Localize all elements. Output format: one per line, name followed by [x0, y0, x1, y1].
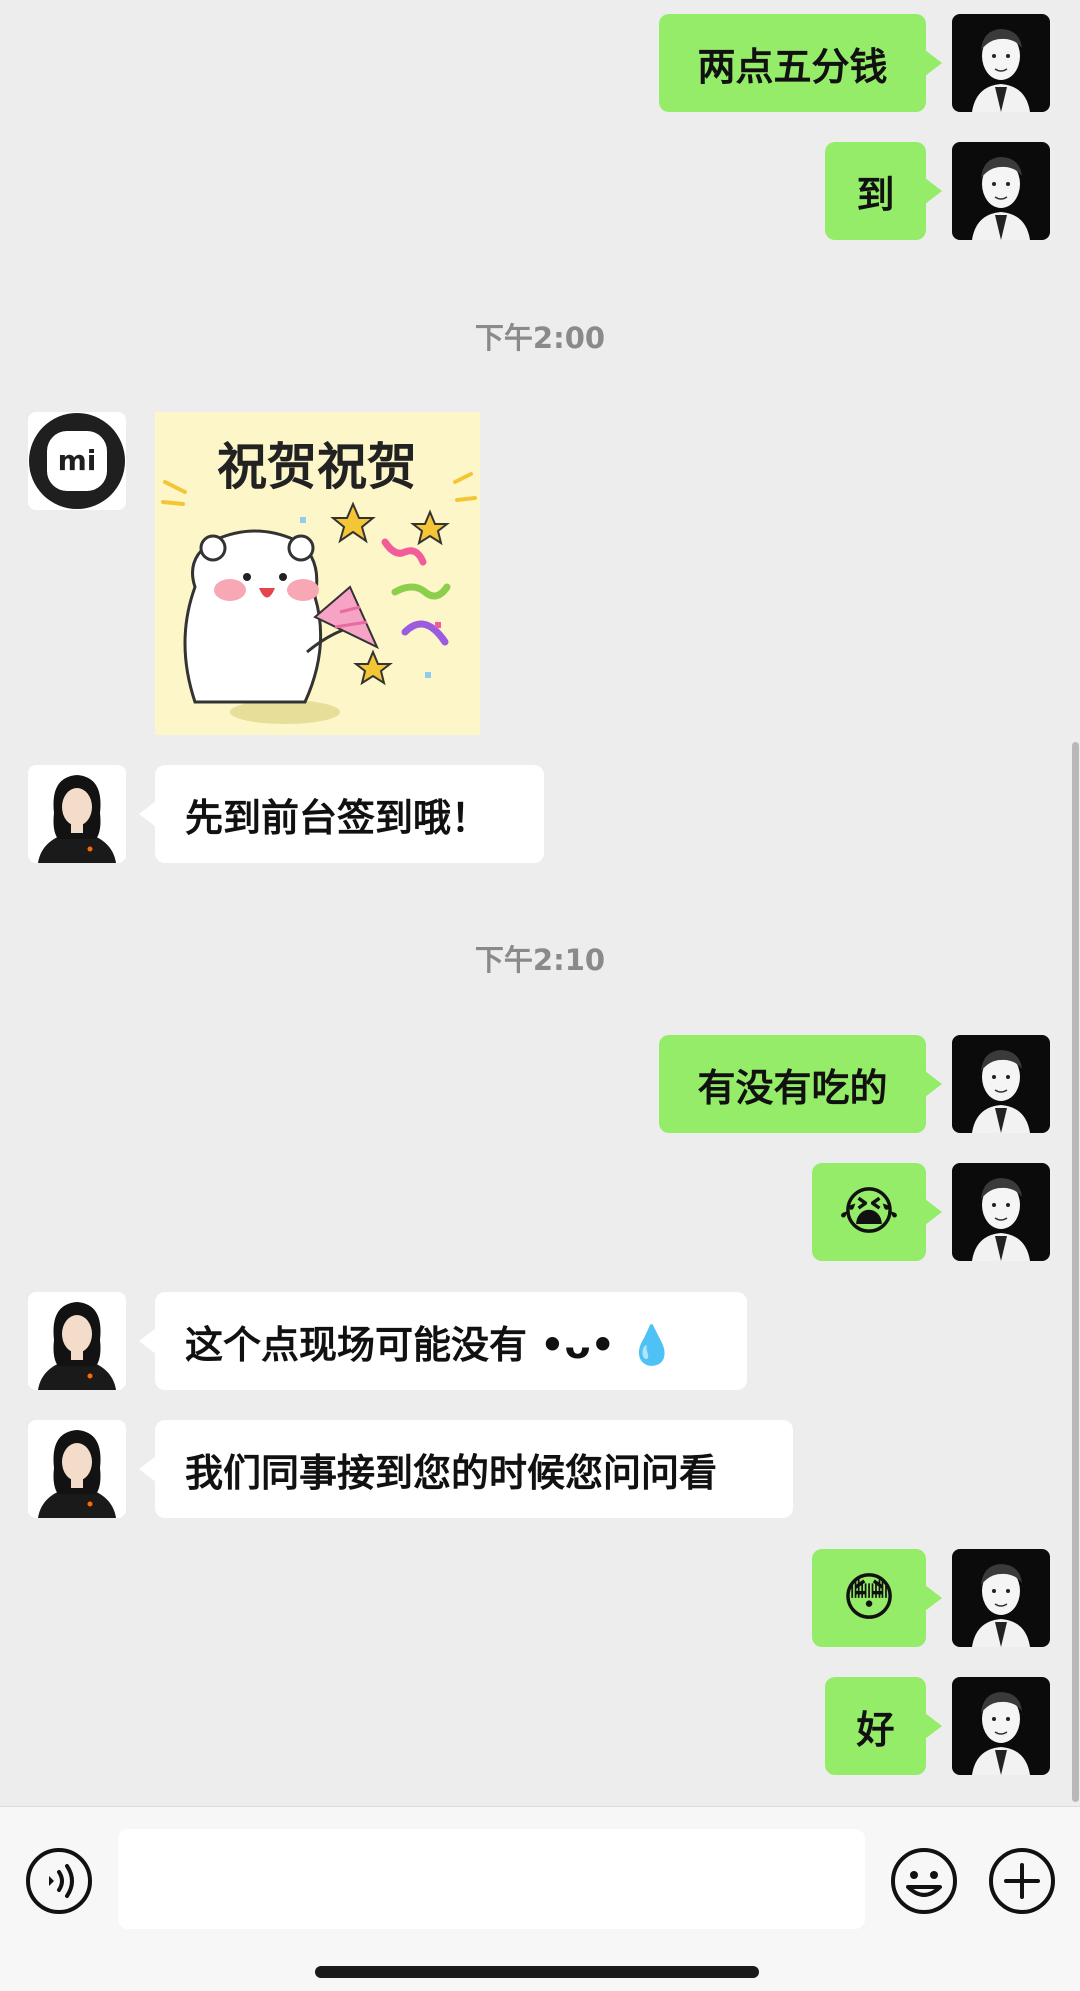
message-text: 这个点现场可能没有 •ᴗ• 💧	[185, 1322, 676, 1367]
congrats-sticker[interactable]: 祝贺祝贺	[155, 412, 480, 735]
timestamp: 下午2:10	[474, 943, 606, 977]
plus-icon[interactable]	[986, 1845, 1058, 1917]
message-text: 好	[856, 1707, 895, 1752]
message-input[interactable]	[118, 1829, 865, 1929]
xiaomi-avatar[interactable]: mi	[28, 412, 126, 510]
message-text: 有没有吃的	[697, 1065, 888, 1110]
user-avatar[interactable]	[952, 14, 1050, 112]
message-bubble-sent[interactable]: 到	[825, 142, 942, 240]
message-bubble-received[interactable]: 先到前台签到哦！	[139, 765, 544, 863]
message-text: 到	[856, 172, 895, 217]
message-text: 先到前台签到哦！	[185, 795, 490, 840]
timestamp: 下午2:00	[474, 321, 606, 355]
user-avatar[interactable]	[952, 1677, 1050, 1775]
sticker-text: 祝贺祝贺	[217, 438, 417, 496]
message-bubble-received[interactable]: 这个点现场可能没有 •ᴗ• 💧	[139, 1292, 747, 1390]
message-text: 两点五分钱	[697, 44, 888, 89]
chat-screen: 两点五分钱 到 下午2:00 mi 祝贺祝贺 先到前台签到哦！ 下午2:10 有…	[0, 0, 1080, 1991]
message-text: 我们同事接到您的时候您问问看	[185, 1450, 718, 1495]
message-bubble-sent[interactable]: 😭	[812, 1163, 942, 1261]
emoji-icon[interactable]	[888, 1845, 960, 1917]
user-avatar[interactable]	[952, 1035, 1050, 1133]
user-avatar[interactable]	[952, 1163, 1050, 1261]
voice-icon[interactable]	[23, 1845, 95, 1917]
staff-avatar[interactable]	[28, 1292, 126, 1390]
user-avatar[interactable]	[952, 142, 1050, 240]
message-bubble-sent[interactable]: 好	[825, 1677, 942, 1775]
xiaomi-logo-text: mi	[58, 444, 97, 477]
staff-avatar[interactable]	[28, 1420, 126, 1518]
home-indicator[interactable]	[315, 1966, 759, 1978]
message-bubble-sent[interactable]: 😳	[812, 1549, 942, 1647]
input-toolbar	[0, 1806, 1080, 1991]
crying-emoji-icon: 😭	[838, 1182, 900, 1242]
staff-avatar[interactable]	[28, 765, 126, 863]
message-bubble-received[interactable]: 我们同事接到您的时候您问问看	[139, 1420, 793, 1518]
chat-scrollbar[interactable]	[1072, 742, 1079, 1802]
message-bubble-sent[interactable]: 有没有吃的	[659, 1035, 942, 1133]
user-avatar[interactable]	[952, 1549, 1050, 1647]
flushed-emoji-icon: 😳	[841, 1568, 897, 1628]
message-bubble-sent[interactable]: 两点五分钱	[659, 14, 942, 112]
